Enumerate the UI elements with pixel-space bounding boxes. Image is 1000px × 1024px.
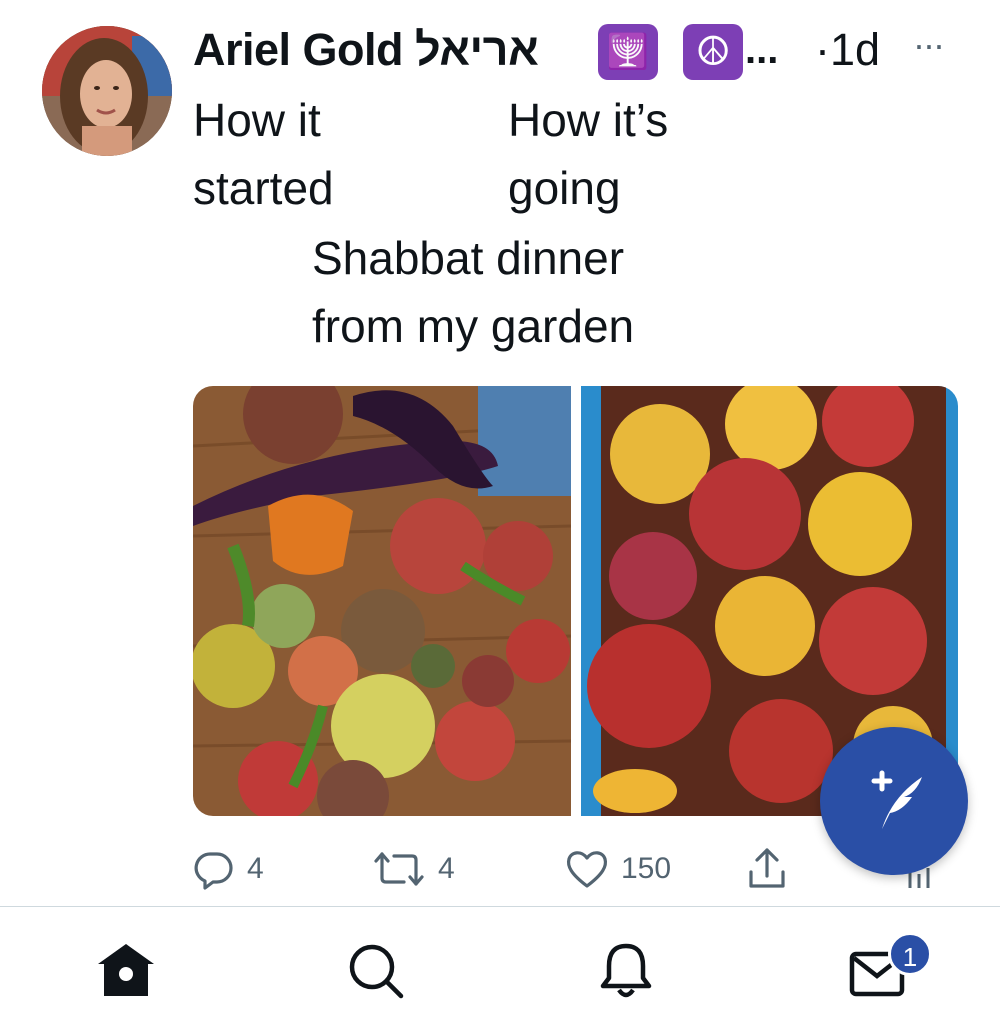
messages-unread-badge: 1 (888, 932, 932, 976)
nav-divider (0, 906, 1000, 907)
reply-count: 4 (247, 852, 264, 885)
notifications-icon (600, 943, 652, 998)
nav-home[interactable] (94, 940, 158, 1005)
caption-line1: Shabbat dinner (312, 232, 625, 284)
text-how-it-started-line2: started (193, 162, 334, 214)
like-count: 150 (621, 852, 672, 885)
text-how-it-started-line1: How it (193, 94, 321, 146)
retweet-count: 4 (438, 852, 455, 885)
tweet-header: Ariel Gold אריאל 🕎 ☮ ... ·1d ··· (193, 20, 973, 80)
nav-notifications[interactable] (595, 940, 657, 1007)
text-how-its-going-line2: going (508, 162, 621, 214)
compose-plus-feather-icon (871, 770, 922, 829)
text-how-its-going-line1: How it’s (508, 94, 669, 146)
avatar-photo (42, 26, 172, 156)
retweet-button[interactable]: 4 (372, 848, 455, 890)
search-icon (349, 944, 404, 999)
peace-emoji: ☮ (683, 24, 743, 80)
author-name[interactable]: Ariel Gold אריאל (193, 20, 539, 80)
menorah-emoji: 🕎 (598, 24, 658, 80)
nav-search[interactable] (345, 940, 407, 1007)
share-button[interactable] (745, 846, 789, 892)
reply-button[interactable]: 4 (193, 848, 264, 890)
timestamp[interactable]: ·1d (815, 20, 880, 80)
more-options-icon[interactable]: ··· (913, 20, 945, 70)
compose-tweet-button[interactable] (820, 727, 968, 875)
share-icon (749, 848, 785, 888)
vegetables-harvest-photo[interactable] (193, 386, 572, 816)
author-avatar[interactable] (42, 26, 172, 156)
name-truncation: ... (745, 28, 779, 72)
heart-icon (566, 851, 608, 888)
like-button[interactable]: 150 (565, 848, 671, 890)
home-icon (98, 944, 154, 996)
reply-icon (194, 852, 233, 890)
retweet-icon (374, 852, 424, 886)
caption-line2: from my garden (312, 300, 635, 352)
